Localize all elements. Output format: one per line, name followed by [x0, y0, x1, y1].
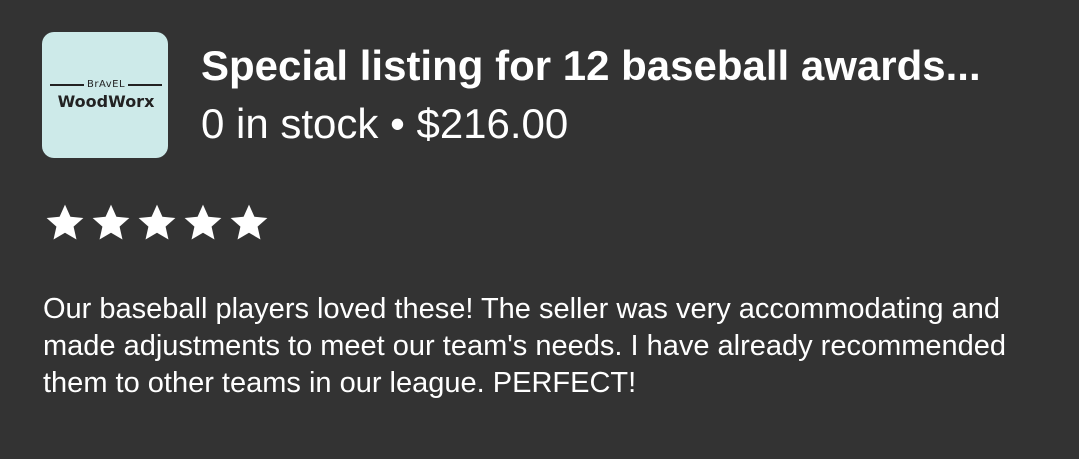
star-icon — [138, 204, 176, 240]
review-text: Our baseball players loved these! The se… — [43, 293, 1007, 399]
logo-rule-right — [128, 83, 163, 86]
logo-rule-left — [50, 83, 84, 86]
star-icon — [92, 204, 130, 240]
star-icon — [46, 204, 84, 240]
logo-brand: BrAvEL — [86, 78, 126, 90]
shop-logo[interactable]: BrAvEL WoodWorx — [42, 32, 168, 158]
stock-price: 0 in stock • $216.00 — [201, 100, 569, 147]
star-rating — [44, 202, 270, 244]
logo-name: WoodWorx — [57, 91, 155, 111]
star-icon — [230, 204, 268, 240]
listing-title[interactable]: Special listing for 12 baseball awards..… — [201, 40, 1061, 92]
star-icon — [184, 204, 222, 240]
logo-brand-row: BrAvEL — [50, 78, 163, 90]
